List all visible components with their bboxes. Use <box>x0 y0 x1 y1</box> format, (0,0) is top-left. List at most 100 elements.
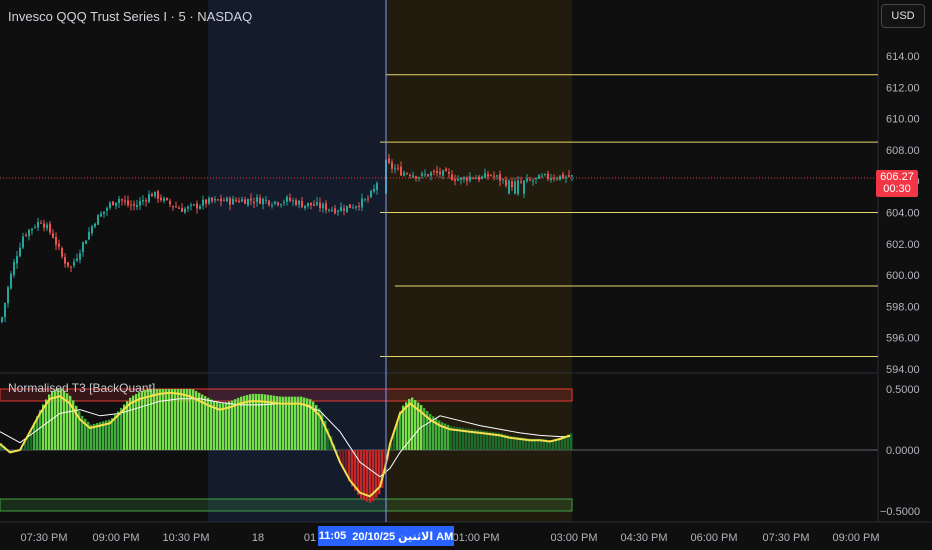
candle-body <box>142 199 144 202</box>
time-tick-label: 06:00 PM <box>690 532 737 544</box>
candle-body <box>424 174 426 176</box>
candle-body <box>262 198 264 205</box>
indicator-tick-label: 0.5000 <box>886 384 920 396</box>
candle-body <box>10 273 12 289</box>
candle-body <box>388 158 390 163</box>
time-tick-label: 10:30 PM <box>162 532 209 544</box>
candle-body <box>160 197 162 200</box>
indicator-histogram-bar <box>168 389 171 450</box>
candle-body <box>298 200 300 205</box>
candle-body <box>436 170 438 173</box>
candle-body <box>133 203 135 206</box>
indicator-histogram-bar <box>189 389 192 450</box>
bar-countdown: 00:30 <box>883 183 911 195</box>
candle-body <box>85 240 87 244</box>
candle-body <box>28 229 30 237</box>
candle-body <box>427 174 429 177</box>
candle-body <box>247 199 249 206</box>
candle-body <box>124 200 126 202</box>
indicator-histogram-bar <box>156 389 159 450</box>
candle-body <box>37 221 39 228</box>
candle-body <box>358 206 360 208</box>
indicator-histogram-bar <box>570 433 573 450</box>
time-tick-label: 09:00 PM <box>92 532 139 544</box>
candle-body <box>310 202 312 206</box>
price-tick-label: 612.00 <box>886 82 920 94</box>
candle-body <box>289 197 291 201</box>
candle-body <box>244 199 246 204</box>
candle-body <box>532 180 534 182</box>
candle-body <box>292 200 294 202</box>
indicator-histogram-bar <box>243 395 246 450</box>
candle-body <box>259 197 261 204</box>
indicator-histogram-bar <box>366 450 369 502</box>
candle-body <box>250 198 252 201</box>
indicator-histogram-bar <box>150 389 153 450</box>
candle-body <box>463 177 465 180</box>
indicator-histogram-bar <box>51 390 54 450</box>
candle-body <box>277 202 279 205</box>
indicator-histogram-bar <box>285 396 288 450</box>
time-tick-label: 04:30 PM <box>620 532 667 544</box>
chart-canvas[interactable]: 614.00612.00610.00608.00606.00604.00602.… <box>0 0 932 550</box>
candle-body <box>565 176 567 178</box>
candle-body <box>523 180 525 194</box>
candle-body <box>391 162 393 169</box>
candle-body <box>73 261 75 266</box>
candle-body <box>211 197 213 202</box>
candle-body <box>502 179 504 181</box>
candle-body <box>49 223 51 233</box>
candle-body <box>526 178 528 181</box>
candle-body <box>451 174 453 180</box>
currency-button[interactable]: USD <box>881 4 925 28</box>
candle-body <box>274 201 276 204</box>
candle-body <box>481 176 483 179</box>
candle-body <box>154 191 156 197</box>
indicator-histogram-bar <box>297 396 300 450</box>
candle-body <box>373 189 375 192</box>
indicator-tick-label: −0.5000 <box>880 506 920 518</box>
candle-body <box>433 171 435 173</box>
candle-body <box>40 222 42 224</box>
candle-body <box>343 208 345 211</box>
candle-body <box>82 242 84 253</box>
time-tick-label: 07:30 PM <box>20 532 67 544</box>
indicator-histogram-bar <box>138 392 141 450</box>
candle-body <box>112 201 114 206</box>
candle-body <box>61 248 63 257</box>
candle-body <box>487 174 489 177</box>
candle-body <box>157 191 159 199</box>
candle-body <box>217 199 219 201</box>
candle-body <box>361 198 363 208</box>
indicator-histogram-bar <box>174 389 177 450</box>
candle-body <box>151 193 153 197</box>
candle-body <box>466 177 468 181</box>
candle-body <box>355 206 357 208</box>
candle-body <box>55 236 57 245</box>
chart-title: Invesco QQQ Trust Series I · 5 · NASDAQ <box>8 9 253 24</box>
candle-body <box>79 253 81 260</box>
indicator-histogram-bar <box>183 389 186 450</box>
indicator-histogram-bar <box>222 403 225 450</box>
candle-body <box>196 203 198 209</box>
candle-body <box>403 172 405 176</box>
indicator-title[interactable]: Normalised T3 [BackQuant] <box>8 381 155 395</box>
candle-body <box>325 203 327 211</box>
candle-body <box>43 223 45 228</box>
candle-body <box>4 302 6 318</box>
indicator-histogram-bar <box>180 389 183 450</box>
candle-body <box>517 180 519 194</box>
candle-body <box>295 200 297 206</box>
candle-body <box>64 257 66 264</box>
indicator-tick-label: 0.0000 <box>886 445 920 457</box>
indicator-histogram-bar <box>231 400 234 450</box>
price-tick-label: 610.00 <box>886 114 920 126</box>
candle-body <box>421 173 423 176</box>
price-tick-label: 594.00 <box>886 364 920 376</box>
candle-body <box>301 201 303 208</box>
crosshair-time: 11:05 <box>318 530 347 542</box>
indicator-histogram-bar <box>255 393 258 450</box>
candle-body <box>121 199 123 201</box>
candle-body <box>529 179 531 181</box>
price-tick-label: 602.00 <box>886 239 920 251</box>
